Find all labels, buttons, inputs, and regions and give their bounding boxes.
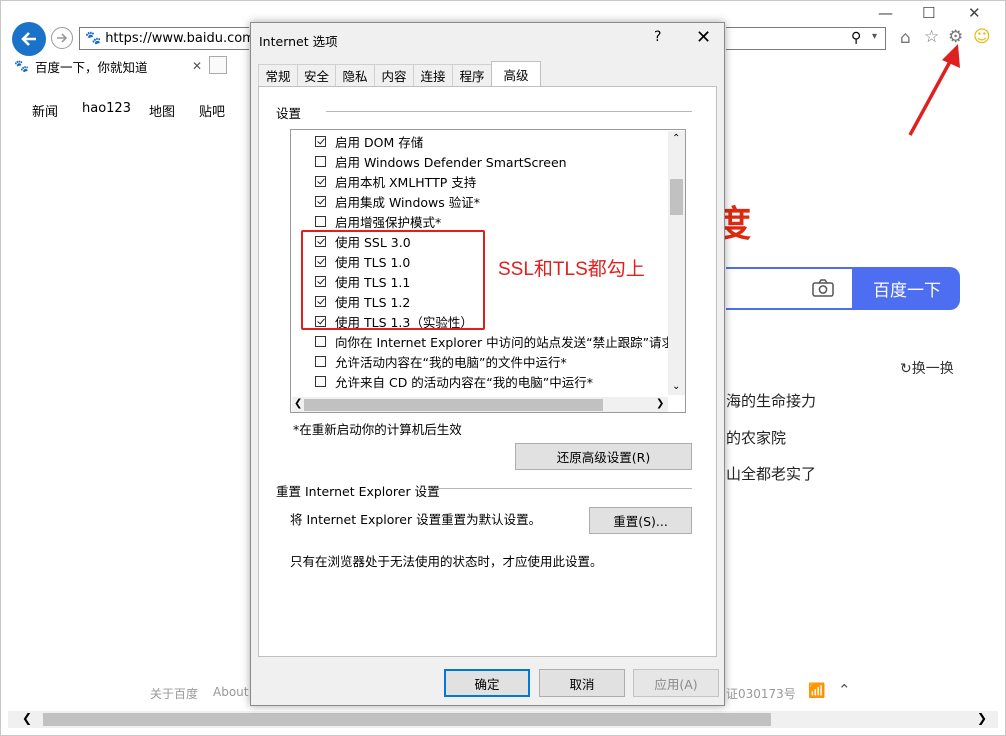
forward-button[interactable] [51, 27, 73, 49]
settings-group-label: 设置 [276, 106, 302, 121]
footer-license: 证030173号 [726, 687, 796, 701]
arrow-left-icon [21, 32, 36, 46]
option-do-not-track[interactable]: 向你在 Internet Explorer 中访问的站点发送“禁止跟踪”请求* [315, 332, 680, 350]
baidu-paw-icon: 🐾 [85, 31, 102, 46]
reset-note: 只有在浏览器处于无法使用的状态时，才应使用此设置。 [290, 554, 603, 569]
reset-divider [438, 488, 692, 489]
nav-link-tieba[interactable]: 贴吧 [199, 101, 225, 120]
arrow-right-icon [57, 33, 68, 43]
chevron-up-icon[interactable]: ⌃ [838, 681, 851, 699]
scroll-right-icon[interactable]: ❯ [656, 398, 664, 409]
checkbox[interactable] [315, 375, 326, 387]
checkbox[interactable] [315, 135, 326, 147]
nav-link-news[interactable]: 新闻 [32, 101, 58, 120]
option-windows-auth[interactable]: 启用集成 Windows 验证* [315, 192, 480, 210]
new-tab-button[interactable] [209, 56, 227, 74]
maximize-icon[interactable]: ☐ [922, 4, 935, 22]
apply-button[interactable]: 应用(A) [633, 669, 719, 697]
search-input[interactable] [726, 267, 854, 310]
dialog-close-button[interactable]: ✕ [696, 27, 711, 48]
scroll-down-icon[interactable]: ⌄ [672, 381, 680, 392]
tab-advanced[interactable]: 高级 [491, 61, 541, 86]
checkbox[interactable] [315, 215, 326, 227]
checkbox[interactable] [315, 335, 326, 347]
page-scroll-thumb[interactable] [43, 713, 771, 726]
browser-tab[interactable]: 🐾 百度一下，你就知道 ✕ [8, 54, 206, 79]
restart-note: *在重新启动你的计算机后生效 [293, 422, 462, 437]
scroll-left-icon[interactable]: ❮ [294, 398, 302, 409]
annotation-note: SSL和TLS都勾上 [498, 259, 645, 280]
refresh-hot-button[interactable]: ↻换一换 [900, 358, 954, 378]
checkbox[interactable] [315, 355, 326, 367]
tab-general[interactable]: 常规 [258, 64, 298, 86]
dialog-tabs: 常规 安全 隐私 内容 连接 程序 高级 [258, 61, 541, 87]
close-tab-icon[interactable]: ✕ [192, 59, 202, 73]
reset-description: 将 Internet Explorer 设置重置为默认设置。 [290, 512, 542, 527]
option-xmlhttp[interactable]: 启用本机 XMLHTTP 支持 [315, 172, 476, 190]
chevron-down-icon[interactable]: ▾ [872, 31, 877, 42]
settings-divider [326, 111, 692, 112]
tab-security[interactable]: 安全 [297, 64, 336, 86]
reset-group-label: 重置 Internet Explorer 设置 [276, 484, 440, 499]
baidu-search-button[interactable]: 百度一下 [854, 267, 960, 310]
help-button[interactable]: ? [654, 29, 661, 45]
checkbox[interactable] [315, 195, 326, 207]
dialog-title: Internet 选项 [259, 34, 338, 49]
refresh-icon: ↻ [900, 361, 912, 377]
option-dom-storage[interactable]: 启用 DOM 存储 [315, 132, 423, 150]
settings-horizontal-thumb[interactable] [304, 399, 603, 411]
search-icon[interactable]: ⚲ [851, 30, 861, 46]
cancel-button[interactable]: 取消 [539, 669, 625, 697]
nav-link-map[interactable]: 地图 [149, 101, 175, 120]
hot-item-2[interactable]: 的农家院 [726, 427, 786, 448]
nav-link-hao123[interactable]: hao123 [82, 101, 131, 116]
option-enhanced-protected-mode[interactable]: 启用增强保护模式* [315, 212, 441, 230]
minimize-icon[interactable]: — [878, 4, 893, 22]
settings-vertical-scrollbar[interactable] [668, 131, 685, 395]
settings-vertical-thumb[interactable] [670, 179, 683, 215]
tab-privacy[interactable]: 隐私 [335, 64, 375, 86]
ok-button[interactable]: 确定 [444, 669, 530, 697]
baidu-paw-icon: 🐾 [14, 59, 29, 73]
scroll-up-icon[interactable]: ⌃ [672, 133, 680, 144]
tab-connections[interactable]: 连接 [413, 64, 453, 86]
annotation-arrow [908, 44, 960, 136]
close-window-icon[interactable]: ✕ [968, 4, 981, 22]
footer-link-about[interactable]: 关于百度 [150, 685, 198, 702]
camera-icon[interactable] [812, 279, 834, 297]
option-active-content-cd[interactable]: 允许来自 CD 的活动内容在“我的电脑”中运行* [315, 372, 593, 390]
signal-icon: 📶 [808, 683, 826, 699]
tab-content[interactable]: 内容 [374, 64, 414, 86]
option-smartscreen[interactable]: 启用 Windows Defender SmartScreen [315, 152, 567, 170]
scroll-left-icon[interactable]: ❮ [22, 711, 32, 725]
address-bar-end[interactable] [726, 27, 886, 50]
back-button[interactable] [12, 22, 46, 56]
checkbox[interactable] [315, 175, 326, 187]
address-bar[interactable]: 🐾 https://www.baidu.com/ [79, 27, 259, 50]
reset-button[interactable]: 重置(S)... [589, 507, 692, 534]
hot-item-1[interactable]: 海的生命接力 [726, 390, 816, 411]
hot-item-3[interactable]: 山全都老实了 [726, 463, 816, 484]
restore-advanced-button[interactable]: 还原高级设置(R) [515, 443, 692, 470]
annotation-highlight-box [301, 230, 485, 330]
scroll-right-icon[interactable]: ❯ [977, 711, 987, 725]
smiley-icon[interactable]: ☺ [973, 27, 991, 47]
tab-title: 百度一下，你就知道 [34, 59, 148, 75]
tab-programs[interactable]: 程序 [452, 64, 492, 86]
checkbox[interactable] [315, 155, 326, 167]
address-text: https://www.baidu.com/ [105, 31, 260, 46]
option-active-content-local[interactable]: 允许活动内容在“我的电脑”的文件中运行* [315, 352, 567, 370]
